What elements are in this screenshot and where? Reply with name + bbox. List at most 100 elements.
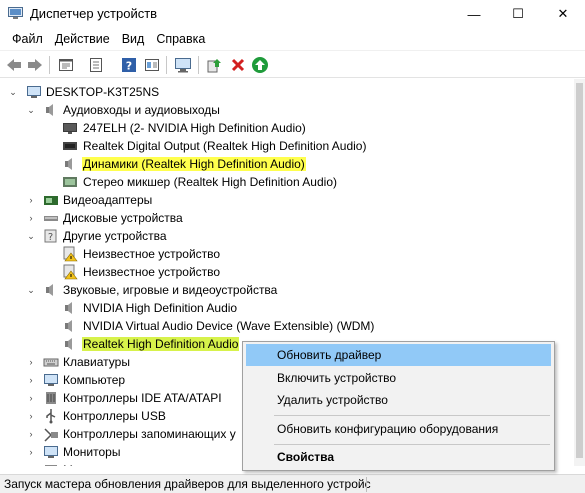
tree-group-label: Клавиатуры — [63, 355, 130, 369]
tree-group-audio-io[interactable]: ⌄ Аудиовходы и аудиовыходы — [0, 101, 574, 119]
tree-group-label: Дисковые устройства — [63, 211, 183, 225]
details-icon[interactable] — [143, 56, 161, 74]
tree-item[interactable]: Стерео микшер (Realtek High Definition A… — [0, 173, 574, 191]
expand-chevron-icon[interactable]: › — [26, 447, 36, 457]
tree-item[interactable]: NVIDIA Virtual Audio Device (Wave Extens… — [0, 317, 574, 335]
tree-group-sound-devices[interactable]: ⌄ Звуковые, игровые и видеоустройства — [0, 281, 574, 299]
status-divider — [366, 477, 367, 492]
properties-icon[interactable] — [57, 56, 75, 74]
title-bar: Диспетчер устройств — ☐ ✕ — [0, 0, 585, 28]
collapse-chevron-icon[interactable]: ⌄ — [26, 105, 36, 115]
expand-chevron-icon[interactable]: › — [26, 393, 36, 403]
device-icon — [45, 465, 57, 466]
tree-item[interactable]: NVIDIA High Definition Audio — [0, 299, 574, 317]
tree-group-label: Звуковые, игровые и видеоустройства — [63, 283, 278, 297]
expand-chevron-icon[interactable]: › — [26, 195, 36, 205]
menu-action[interactable]: Действие — [49, 29, 116, 49]
tree-item[interactable]: Неизвестное устройство — [0, 263, 574, 281]
menu-separator — [274, 444, 550, 445]
tree-group-label: Другие устройства — [63, 229, 167, 243]
minimize-button[interactable]: — — [452, 0, 496, 28]
collapse-chevron-icon[interactable]: ⌄ — [26, 285, 36, 295]
speaker-icon — [65, 320, 72, 332]
disk-drive-icon — [44, 216, 58, 221]
monitor-icon[interactable] — [174, 56, 192, 74]
context-menu: Обновить драйвер Включить устройство Уда… — [242, 341, 555, 471]
tree-item[interactable]: Динамики (Realtek High Definition Audio) — [0, 155, 574, 173]
ide-controller-icon — [46, 392, 56, 404]
collapse-chevron-icon[interactable]: ⌄ — [8, 87, 18, 97]
expand-chevron-icon[interactable]: › — [26, 375, 36, 385]
tree-root[interactable]: ⌄ DESKTOP-K3T25NS — [0, 83, 574, 101]
update-driver-icon[interactable] — [205, 56, 223, 74]
vertical-scrollbar[interactable] — [574, 79, 585, 466]
warning-device-icon — [63, 246, 78, 262]
speaker-icon — [65, 158, 72, 170]
video-adapter-icon — [44, 196, 58, 205]
menu-enable-device[interactable]: Включить устройство — [246, 367, 551, 389]
tree-item-label-highlighted: Динамики (Realtek High Definition Audio) — [82, 157, 306, 171]
device-manager-icon — [8, 7, 23, 19]
forward-arrow-icon[interactable] — [26, 56, 44, 74]
stereo-mixer-icon — [63, 177, 77, 187]
tree-item-label: Realtek Digital Output (Realtek High Def… — [83, 139, 367, 153]
storage-controller-icon — [44, 428, 58, 442]
expand-chevron-icon[interactable]: › — [26, 465, 36, 466]
menu-view[interactable]: Вид — [116, 29, 151, 49]
back-arrow-icon[interactable] — [5, 56, 23, 74]
svg-text:?: ? — [48, 232, 53, 243]
expand-chevron-icon[interactable]: › — [26, 213, 36, 223]
tree-item-label: NVIDIA Virtual Audio Device (Wave Extens… — [83, 319, 375, 333]
status-bar: Запуск мастера обновления драйверов для … — [0, 474, 585, 493]
tree-group-label: Мониторы — [63, 445, 121, 459]
remove-device-icon[interactable] — [229, 56, 247, 74]
tree-group-label: Контроллеры запоминающих у — [63, 427, 236, 441]
toolbar-separator — [166, 56, 167, 74]
close-button[interactable]: ✕ — [541, 0, 585, 28]
tree-group-label: Контроллеры USB — [63, 409, 166, 423]
menu-separator — [274, 415, 550, 416]
tree-group-label: Мо — [62, 463, 81, 466]
expand-chevron-icon[interactable]: › — [26, 411, 36, 421]
speaker-icon — [46, 284, 53, 296]
tree-item[interactable]: 247ELH (2- NVIDIA High Definition Audio) — [0, 119, 574, 137]
svg-text:?: ? — [126, 60, 132, 73]
scrollbar-thumb[interactable] — [576, 83, 583, 458]
tree-group-label: Контроллеры IDE ATA/ATAPI — [63, 391, 222, 405]
menu-uninstall-device[interactable]: Удалить устройство — [246, 389, 551, 411]
tree-group-video-adapters[interactable]: › Видеоадаптеры — [0, 191, 574, 209]
toolbar-separator — [49, 56, 50, 74]
computer-icon — [44, 374, 58, 386]
monitor-device-icon — [63, 123, 77, 134]
menu-scan-hardware[interactable]: Обновить конфигурацию оборудования — [246, 418, 551, 440]
menu-bar: Файл Действие Вид Справка — [0, 28, 585, 50]
menu-properties[interactable]: Свойства — [246, 446, 551, 468]
update-list-icon[interactable] — [87, 56, 105, 74]
expand-chevron-icon[interactable]: › — [26, 429, 36, 439]
window-title: Диспетчер устройств — [30, 6, 158, 21]
toolbar-separator — [198, 56, 199, 74]
tree-item[interactable]: Неизвестное устройство — [0, 245, 574, 263]
expand-chevron-icon[interactable]: › — [26, 357, 36, 367]
speaker-icon — [46, 104, 53, 116]
tree-root-label: DESKTOP-K3T25NS — [46, 85, 160, 99]
tree-item-label: Стерео микшер (Realtek High Definition A… — [83, 175, 337, 189]
keyboard-icon — [43, 358, 59, 367]
menu-help[interactable]: Справка — [150, 29, 211, 49]
tree-group-disk-devices[interactable]: › Дисковые устройства — [0, 209, 574, 227]
digital-output-icon — [63, 142, 77, 150]
enable-device-icon[interactable] — [251, 56, 269, 74]
maximize-button[interactable]: ☐ — [496, 0, 540, 28]
collapse-chevron-icon[interactable]: ⌄ — [26, 231, 36, 241]
speaker-icon — [65, 302, 72, 314]
menu-file[interactable]: Файл — [6, 29, 49, 49]
warning-device-icon — [63, 264, 78, 280]
tree-item[interactable]: Realtek Digital Output (Realtek High Def… — [0, 137, 574, 155]
help-icon[interactable]: ? — [120, 56, 138, 74]
menu-update-driver[interactable]: Обновить драйвер — [246, 344, 551, 366]
speaker-icon — [65, 338, 72, 350]
toolbar: ? — [0, 50, 585, 78]
tree-item-label: 247ELH (2- NVIDIA High Definition Audio) — [83, 121, 306, 135]
unknown-device-icon: ? — [44, 229, 57, 243]
tree-group-other-devices[interactable]: ⌄ ? Другие устройства — [0, 227, 574, 245]
